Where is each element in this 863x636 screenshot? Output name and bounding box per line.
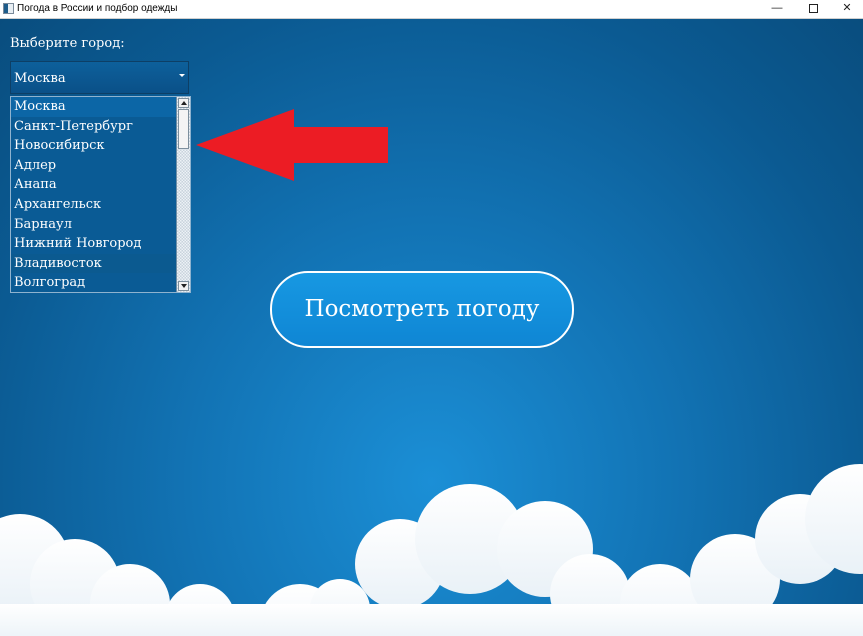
- scroll-up-icon: [181, 101, 187, 105]
- list-item[interactable]: Анапа: [11, 175, 178, 195]
- list-item[interactable]: Новосибирск: [11, 136, 178, 156]
- scroll-up-button[interactable]: [178, 98, 189, 108]
- city-list-items: Москва Санкт-Петербург Новосибирск Адлер…: [11, 97, 178, 292]
- maximize-icon: [808, 4, 818, 13]
- chevron-down-icon[interactable]: [179, 74, 185, 77]
- list-item[interactable]: Барнаул: [11, 215, 178, 235]
- red-arrow-icon: [196, 109, 388, 181]
- city-combobox[interactable]: Москва: [10, 61, 189, 94]
- title-bar: Погода в России и подбор одежды — ✕: [0, 0, 863, 19]
- window-title: Погода в России и подбор одежды: [17, 3, 178, 14]
- maximize-button[interactable]: [796, 0, 830, 18]
- scroll-down-icon: [181, 284, 187, 288]
- combobox-value: Москва: [14, 71, 66, 86]
- list-item[interactable]: Санкт-Петербург: [11, 117, 178, 137]
- list-item[interactable]: Нижний Новгород: [11, 234, 178, 254]
- close-button[interactable]: ✕: [830, 0, 863, 18]
- scrollbar-thumb[interactable]: [178, 109, 189, 149]
- list-item[interactable]: Владивосток: [11, 253, 178, 274]
- city-dropdown-list[interactable]: Москва Санкт-Петербург Новосибирск Адлер…: [10, 96, 191, 293]
- list-item[interactable]: Архангельск: [11, 195, 178, 215]
- list-item[interactable]: Москва: [11, 97, 178, 117]
- main-window-content: Выберите город: Москва Москва Санкт-Пете…: [0, 19, 863, 636]
- app-icon: [3, 3, 14, 14]
- list-item[interactable]: Адлер: [11, 156, 178, 176]
- list-item[interactable]: Волгоград: [11, 273, 178, 292]
- scroll-down-button[interactable]: [178, 281, 189, 291]
- minimize-button[interactable]: —: [760, 0, 794, 18]
- city-label: Выберите город:: [10, 36, 125, 51]
- dropdown-scrollbar[interactable]: [176, 97, 190, 292]
- show-weather-button[interactable]: Посмотреть погоду: [270, 271, 574, 348]
